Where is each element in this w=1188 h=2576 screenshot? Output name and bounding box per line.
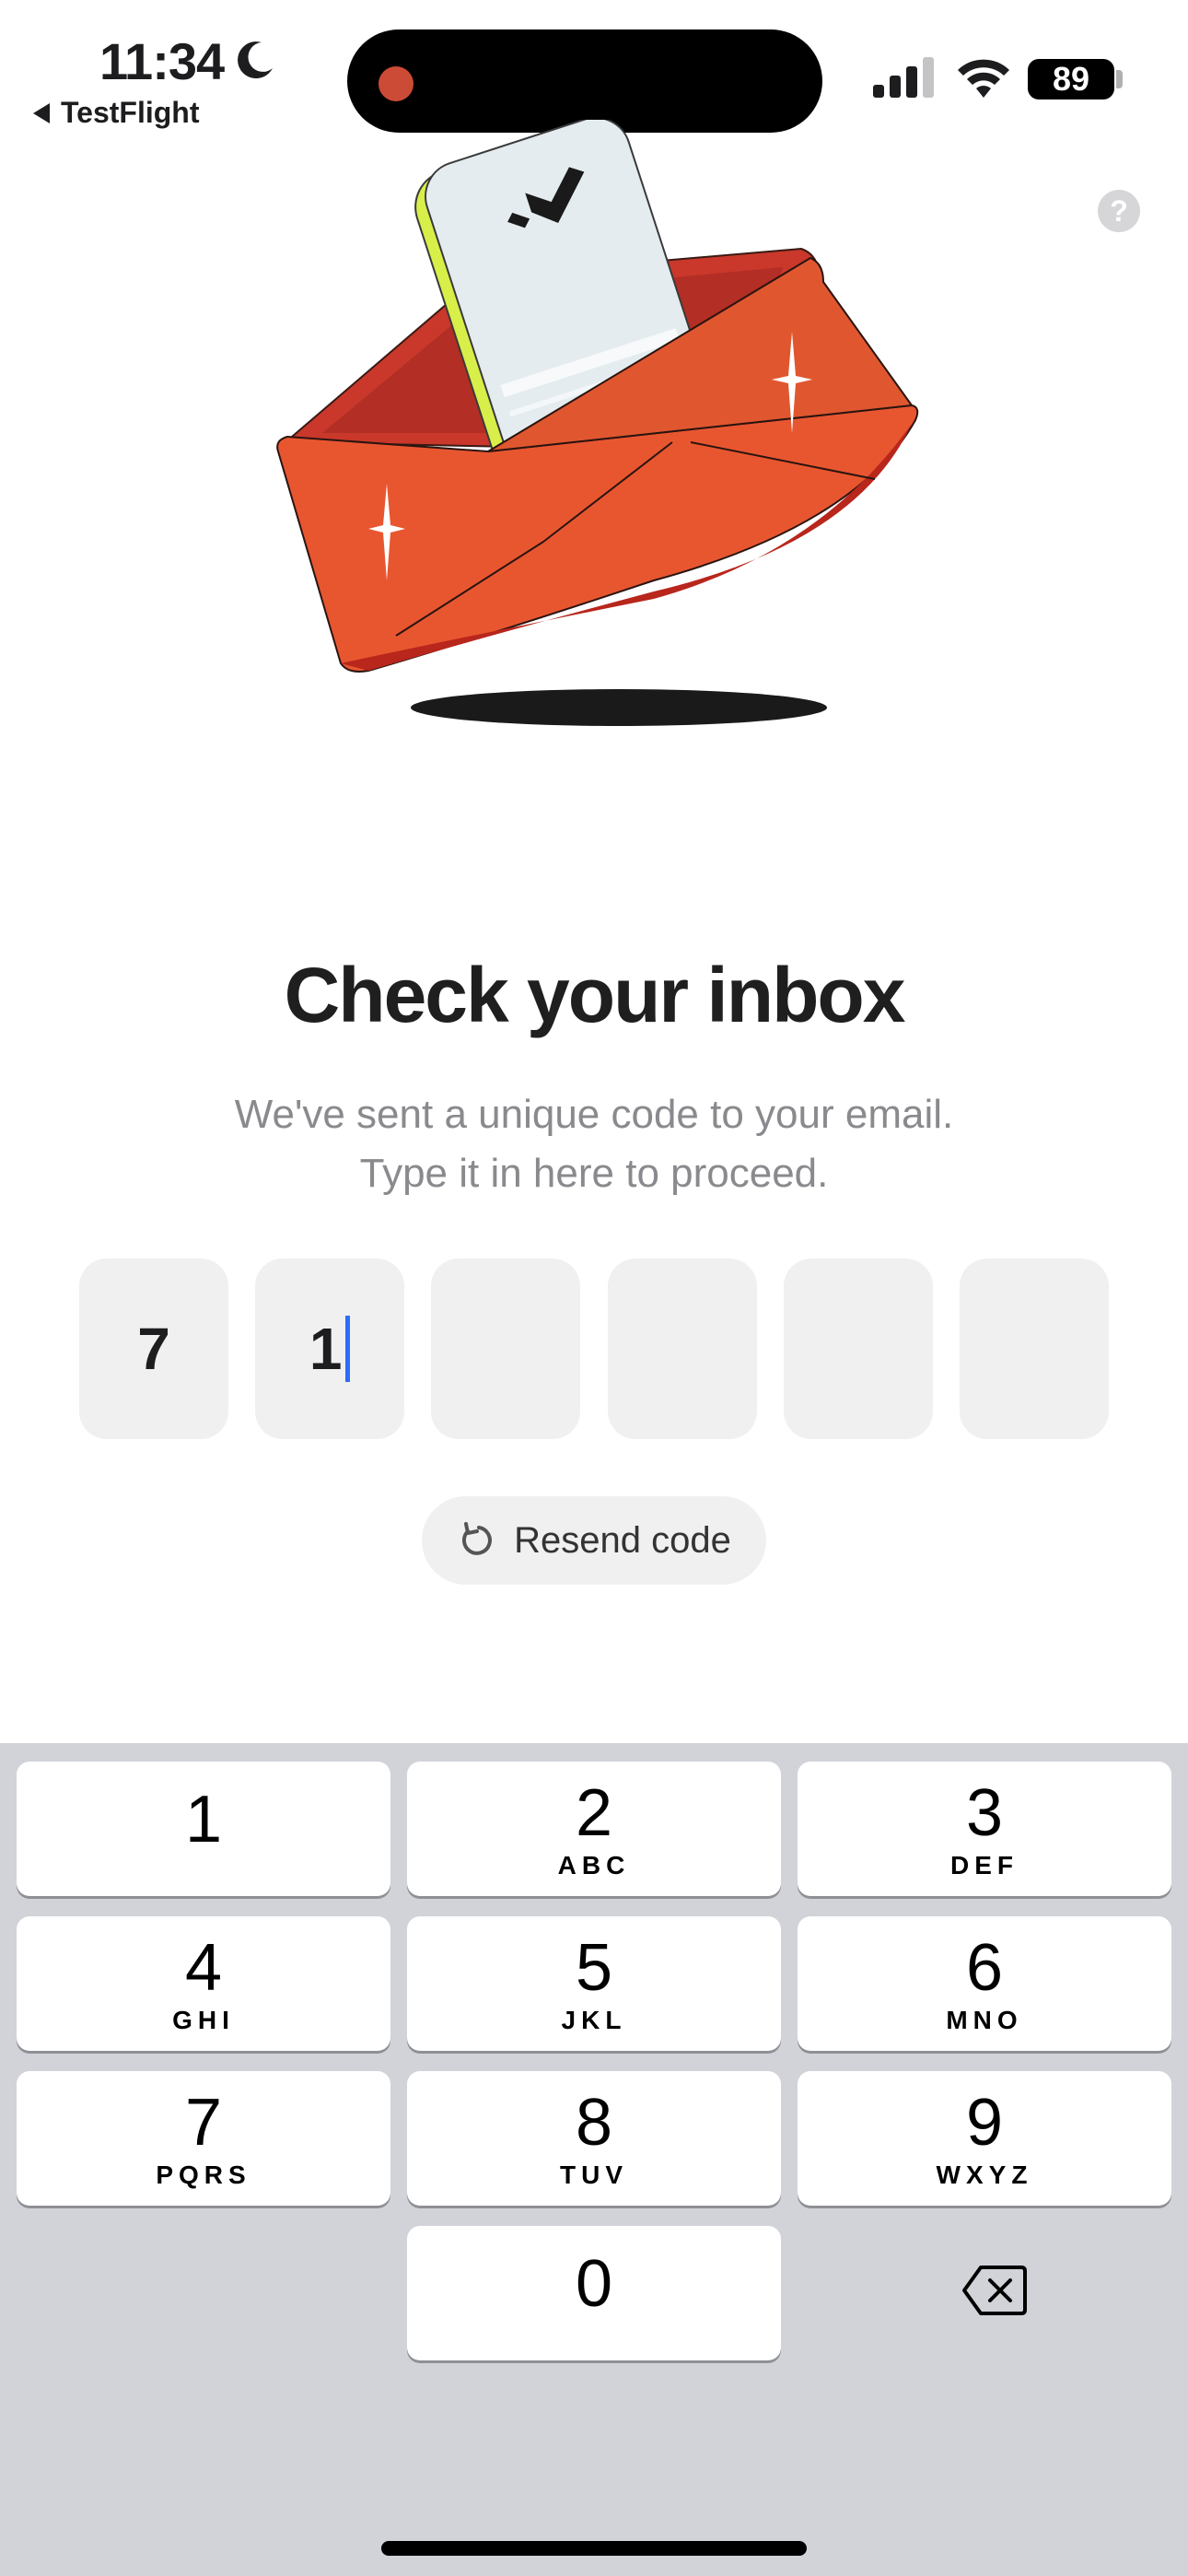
- key-digit: 8: [575, 2086, 613, 2160]
- key-digit: 9: [965, 2086, 1004, 2160]
- code-digit: 7: [137, 1316, 170, 1382]
- code-digit-box-5[interactable]: [783, 1259, 933, 1439]
- back-app-label: TestFlight: [61, 96, 200, 129]
- key-letters: WXYZ: [936, 2160, 1033, 2189]
- key-digit: 0: [575, 2247, 613, 2321]
- refresh-icon: [462, 1522, 493, 1555]
- delete-key[interactable]: [921, 2254, 1068, 2327]
- battery-nub: [1116, 70, 1123, 88]
- resend-code-label: Resend code: [514, 1519, 731, 1561]
- instructions-line-2: Type it in here to proceed.: [359, 1151, 829, 1196]
- key-7[interactable]: 7 PQRS: [17, 2071, 390, 2206]
- home-indicator[interactable]: [381, 2541, 807, 2556]
- key-3[interactable]: 3 DEF: [798, 1762, 1171, 1896]
- text-caret: [345, 1316, 351, 1382]
- key-letters: ABC: [557, 1851, 631, 1879]
- dynamic-island: [347, 29, 822, 133]
- envelope-phone-illustration: [276, 120, 919, 726]
- key-letters: GHI: [172, 2006, 235, 2034]
- code-digit-box-2[interactable]: 1: [255, 1259, 405, 1439]
- key-digit: 1: [184, 1783, 223, 1856]
- key-digit: 6: [965, 1931, 1004, 2005]
- key-digit: 7: [184, 2086, 223, 2160]
- back-arrow-icon: [33, 102, 50, 123]
- code-digit-box-4[interactable]: [607, 1259, 757, 1439]
- key-letters: DEF: [950, 1851, 1019, 1879]
- resend-code-button[interactable]: Resend code: [422, 1496, 766, 1585]
- code-digit: 1: [309, 1316, 343, 1382]
- instructions-text: We've sent a unique code to your email. …: [0, 1085, 1188, 1203]
- recording-indicator-icon: [379, 66, 413, 101]
- key-digit: 4: [184, 1931, 223, 2005]
- code-digit-box-1[interactable]: 7: [79, 1259, 228, 1439]
- help-button[interactable]: ?: [1098, 190, 1140, 232]
- key-0[interactable]: 0: [407, 2226, 781, 2360]
- key-9[interactable]: 9 WXYZ: [798, 2071, 1171, 2206]
- page-title: Check your inbox: [284, 952, 906, 1038]
- key-1[interactable]: 1: [17, 1762, 390, 1896]
- key-letters: MNO: [946, 2006, 1023, 2034]
- code-digit-box-3[interactable]: [431, 1259, 581, 1439]
- key-5[interactable]: 5 JKL: [407, 1916, 781, 2051]
- key-6[interactable]: 6 MNO: [798, 1916, 1171, 2051]
- key-digit: 3: [965, 1776, 1004, 1850]
- moon-icon: [238, 41, 273, 79]
- key-digit: 5: [575, 1931, 613, 2005]
- key-4[interactable]: 4 GHI: [17, 1916, 390, 2051]
- key-letters: TUV: [560, 2160, 628, 2189]
- battery-indicator: 89: [1028, 59, 1114, 100]
- backspace-icon: [962, 2266, 1027, 2315]
- back-to-app-button[interactable]: TestFlight: [33, 96, 200, 130]
- key-2[interactable]: 2 ABC: [407, 1762, 781, 1896]
- instructions-line-1: We've sent a unique code to your email.: [234, 1092, 954, 1137]
- cellular-signal-icon: [873, 57, 934, 98]
- wifi-icon: [958, 59, 1009, 98]
- code-digit-box-6[interactable]: [959, 1259, 1109, 1439]
- key-digit: 2: [575, 1776, 613, 1850]
- status-time: 11:34: [99, 32, 225, 90]
- key-letters: PQRS: [156, 2160, 251, 2189]
- key-letters: JKL: [561, 2006, 627, 2034]
- verification-code-input[interactable]: 7 1: [79, 1259, 1109, 1439]
- key-8[interactable]: 8 TUV: [407, 2071, 781, 2206]
